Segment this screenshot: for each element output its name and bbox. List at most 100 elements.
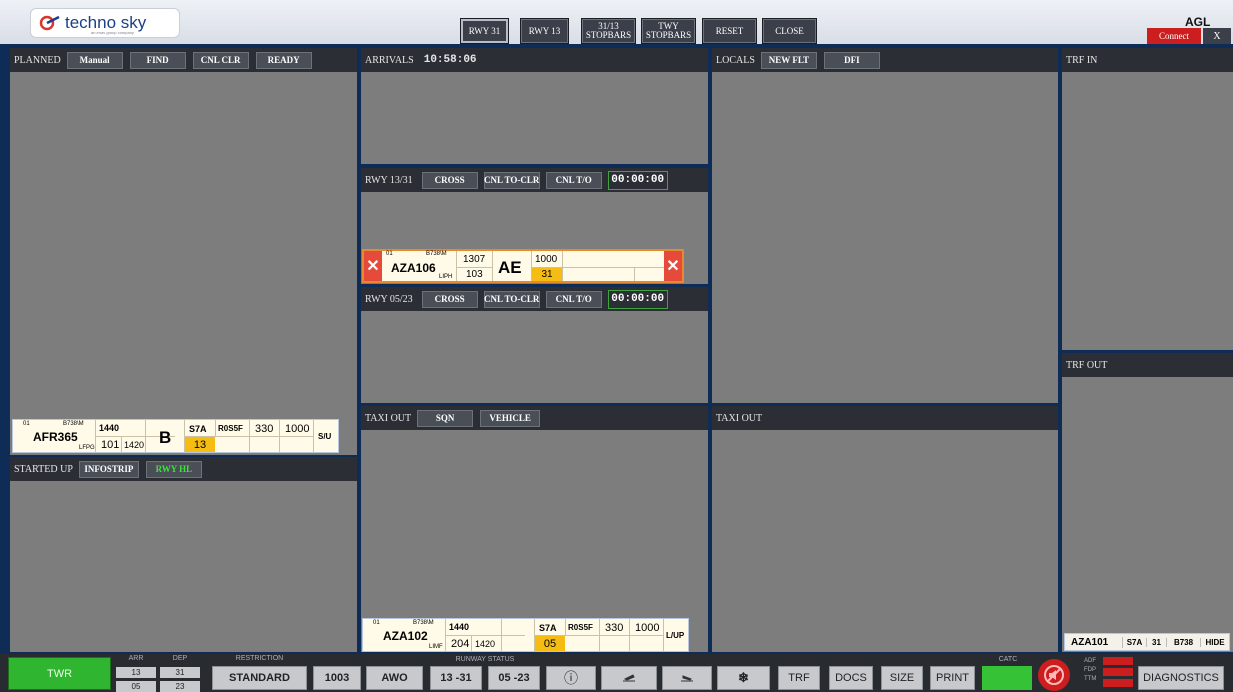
rwy-hl-button[interactable]: RWY HL	[144, 459, 203, 479]
strip-v2: 1420	[475, 639, 496, 649]
no-sound-icon[interactable]	[1038, 659, 1070, 691]
cnl-to-clr-button[interactable]: CNL TO-CLR	[482, 170, 541, 190]
info-icon[interactable]: ⓘ	[546, 666, 596, 690]
exit-button[interactable]: X	[1203, 28, 1231, 44]
cnl-clr-button[interactable]: CNL CLR	[191, 50, 250, 70]
strip-callsign: AFR365	[33, 430, 78, 444]
started-up-title: STARTED UP	[14, 463, 73, 475]
twr-button[interactable]: TWR	[8, 657, 111, 690]
cnl-to-button[interactable]: CNL T/O	[544, 289, 603, 309]
manual-button[interactable]: Manual	[65, 50, 124, 70]
top-bar: techno sky an enav group company RWY 31 …	[0, 0, 1233, 46]
new-flt-button[interactable]: NEW FLT	[759, 50, 818, 70]
trf-out-body	[1062, 377, 1233, 652]
strip-rwy: 13	[185, 437, 215, 452]
twy-stopbars-label: TWY STOPBARS	[645, 21, 692, 40]
trf-out-title: TRF OUT	[1066, 359, 1108, 371]
strip-type: B738\M	[63, 421, 84, 427]
takeoff-icon[interactable]	[601, 666, 657, 690]
taxi-out-left-title: TAXI OUT	[365, 412, 412, 424]
adf-indicator	[1103, 657, 1133, 665]
arrivals-clock: 10:58:06	[423, 54, 477, 66]
started-up-body	[10, 481, 357, 652]
trf-button[interactable]: TRF	[778, 666, 820, 690]
print-button[interactable]: PRINT	[930, 666, 975, 690]
taxi-out-right-body	[712, 430, 1058, 652]
restriction-button[interactable]: STANDARD	[212, 666, 307, 690]
cnl-to-clr-button[interactable]: CNL TO-CLR	[482, 289, 541, 309]
remove-right-icon[interactable]: ✕	[664, 251, 682, 281]
strip-callsign: AZA102	[383, 629, 428, 643]
connect-button[interactable]: Connect	[1147, 28, 1201, 44]
rwy-0523-body	[361, 311, 708, 403]
qnh-value[interactable]: 1003	[313, 666, 361, 690]
runway-status-1331[interactable]: 13 -31	[430, 666, 482, 690]
sqn-button[interactable]: SQN	[416, 408, 475, 428]
diagnostics-button[interactable]: DIAGNOSTICS	[1138, 666, 1224, 690]
strip-seq: 01	[386, 251, 393, 257]
close-button[interactable]: CLOSE	[762, 18, 817, 44]
strip-sid: S7A	[189, 424, 207, 434]
planned-title: PLANNED	[14, 54, 61, 66]
snow-icon[interactable]: ❄	[717, 666, 770, 690]
cnl-to-button[interactable]: CNL T/O	[544, 170, 603, 190]
dep-rwy-1[interactable]: 31	[160, 667, 200, 678]
rwy-31-button[interactable]: RWY 31	[460, 18, 509, 44]
ready-button[interactable]: READY	[254, 50, 313, 70]
strip-status: L/UP	[666, 631, 685, 640]
infostrip-button[interactable]: INFOSTRIP	[77, 459, 140, 479]
strip-v2: 1420	[124, 440, 145, 450]
awo-button[interactable]: AWO	[366, 666, 423, 690]
strip-alt: 1000	[535, 254, 558, 265]
trf-in-body	[1062, 72, 1233, 350]
trf-out-hide-button[interactable]: HIDE	[1201, 638, 1229, 647]
arr-rwy-2[interactable]: 05	[116, 681, 156, 692]
twy-stopbars-button[interactable]: TWY STOPBARS	[641, 18, 696, 44]
flight-strip-aza106[interactable]: ✕ 01 B738\M AZA106 LIPH 1307 103 AE 1000…	[362, 249, 684, 283]
started-up-header: STARTED UP INFOSTRIP RWY HL	[10, 457, 357, 481]
strip-v1: 204	[451, 638, 470, 650]
logo-subtext: an enav group company	[91, 30, 134, 35]
cross-button[interactable]: CROSS	[420, 289, 479, 309]
arrivals-title: ARRIVALS	[365, 54, 414, 66]
arrivals-body	[361, 72, 708, 164]
strip-seq: 01	[373, 620, 380, 626]
size-button[interactable]: SIZE	[881, 666, 923, 690]
find-button[interactable]: FIND	[128, 50, 187, 70]
strip-cat: AE	[498, 258, 522, 277]
trf-out-callsign: AZA101	[1065, 636, 1123, 648]
dep-rwy-2[interactable]: 23	[160, 681, 200, 692]
31-13-stopbars-button[interactable]: 31/13 STOPBARS	[581, 18, 636, 44]
strip-sid: S7A	[539, 623, 557, 633]
locals-title: LOCALS	[716, 54, 755, 66]
strip-cat: B	[159, 428, 172, 447]
taxi-out-left-header: TAXI OUT SQN VEHICLE	[361, 406, 708, 430]
taxi-out-right-title: TAXI OUT	[716, 412, 763, 424]
strip-route: R0S5F	[218, 424, 243, 433]
trf-out-row[interactable]: AZA101 S7A 31 B738 HIDE	[1064, 633, 1230, 651]
vehicle-button[interactable]: VEHICLE	[479, 408, 542, 428]
strip-alt: 1000	[285, 423, 310, 435]
flight-strip-afr365[interactable]: 01 B738\M AFR365 LFPG 1440 101 1420 B S7…	[12, 419, 339, 453]
cross-button[interactable]: CROSS	[420, 170, 479, 190]
rwy-13-button[interactable]: RWY 13	[520, 18, 569, 44]
flight-strip-aza102[interactable]: 01 B738\M AZA102 LIMF 1440 204 1420 S7A …	[362, 618, 689, 652]
runway-status-0523[interactable]: 05 -23	[488, 666, 540, 690]
dfi-button[interactable]: DFI	[822, 50, 881, 70]
arr-rwy-1[interactable]: 13	[116, 667, 156, 678]
remove-left-icon[interactable]: ✕	[364, 251, 382, 281]
strip-origin: LFPG	[79, 445, 95, 451]
locals-header: LOCALS NEW FLT DFI	[712, 48, 1058, 72]
runway-status-label: RUNWAY STATUS	[455, 656, 515, 663]
trf-out-header: TRF OUT	[1062, 353, 1233, 377]
ttm-label: TTM	[1084, 676, 1097, 682]
strip-hdg: 330	[605, 622, 624, 634]
strip-v1: 1307	[463, 254, 486, 265]
landing-icon[interactable]	[662, 666, 712, 690]
status-labels: ADF FDP TTM	[1084, 657, 1096, 684]
strip-time: 1440	[99, 423, 120, 433]
docs-button[interactable]: DOCS	[829, 666, 873, 690]
reset-button[interactable]: RESET	[702, 18, 757, 44]
fdp-indicator	[1103, 668, 1133, 676]
adf-label: ADF	[1084, 658, 1096, 664]
